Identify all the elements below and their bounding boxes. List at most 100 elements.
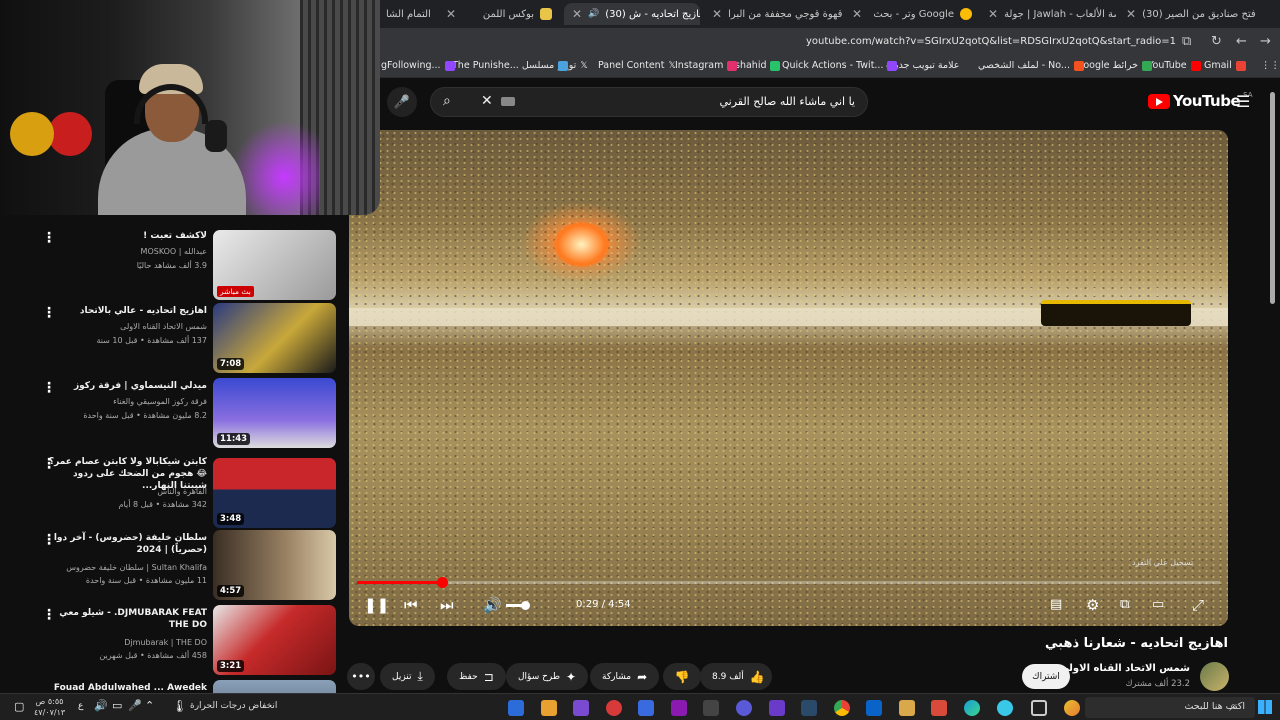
menu-icon[interactable]: ☰ xyxy=(1236,92,1250,111)
taskbar-app-icon[interactable] xyxy=(736,700,752,716)
subtitles-icon[interactable]: ▤ xyxy=(1050,596,1062,614)
more-vert-icon[interactable]: ⋮ xyxy=(42,533,56,547)
forward-icon[interactable]: → xyxy=(1260,34,1271,49)
channel-name[interactable]: فرقة ركوز الموسيقي والغناء xyxy=(113,397,207,406)
browser-tab[interactable]: ✕ (30) فتح صناديق من الصير xyxy=(1118,3,1258,25)
browser-tab[interactable]: ✕ قهوة قوجي مجففة من البرا xyxy=(704,3,844,25)
reload-icon[interactable]: ↻ xyxy=(1211,34,1222,49)
more-actions-button[interactable]: ••• xyxy=(347,663,375,690)
bookmark-item[interactable]: Panel Content 𝕏 xyxy=(598,60,676,71)
taskbar-app-icon[interactable] xyxy=(671,700,687,716)
channel-name[interactable]: شمس الاتحاد القناه الاولى xyxy=(1059,663,1190,674)
video-thumbnail[interactable]: 3:48 xyxy=(213,458,336,528)
progress-bar[interactable] xyxy=(357,577,1220,588)
video-thumbnail[interactable]: 4:57 xyxy=(213,530,336,600)
list-item[interactable]: 7:08 اهازيج اتحاديه - عالي بالاتحاد شمس … xyxy=(0,303,345,375)
list-item[interactable]: 4:57 سلطان خليفة (حضروس) - آخر دوا (حصري… xyxy=(0,530,345,602)
list-item[interactable]: 3:21 DJMUBARAK FEAT. - شيلو معي THE DO D… xyxy=(0,605,345,677)
edge-icon[interactable] xyxy=(964,700,980,716)
search-icon[interactable]: ⌕ xyxy=(443,93,451,109)
chevron-up-icon[interactable]: ⌃ xyxy=(145,699,154,712)
channel-name[interactable]: Sultan Khalifa | سلطان خليفة حضروس xyxy=(66,563,207,572)
bookmark-item[interactable]: Instagram xyxy=(675,60,738,71)
save-button[interactable]: حفظ ⊐ xyxy=(447,663,506,690)
task-view-icon[interactable] xyxy=(1031,700,1047,716)
list-item[interactable]: 11:43 ميدلي النيسماوي | فرقة ركوز فرقة ر… xyxy=(0,378,345,450)
taskbar-app-icon[interactable] xyxy=(931,700,947,716)
microphone-tray-icon[interactable]: 🎤 xyxy=(128,699,142,712)
clear-search-icon[interactable]: ✕ xyxy=(481,93,493,109)
taskbar-app-icon[interactable] xyxy=(573,700,589,716)
taskbar-app-icon[interactable] xyxy=(508,700,524,716)
settings-icon[interactable]: ⚙ xyxy=(1086,596,1099,614)
video-title[interactable]: سلطان خليفة (حضروس) - آخر دوا (حصرياً) |… xyxy=(47,532,207,556)
subscribe-button[interactable]: اشتراك xyxy=(1022,664,1070,689)
more-vert-icon[interactable]: ⋮ xyxy=(42,457,56,471)
bookmark-item[interactable]: Gmail xyxy=(1204,60,1246,71)
bookmark-item[interactable]: Google خرائط xyxy=(1076,60,1152,71)
browser-tab[interactable]: ✕ وتر - بحث Google xyxy=(844,3,980,25)
miniplayer-icon[interactable]: ⧉ xyxy=(1120,596,1129,614)
more-vert-icon[interactable]: ⋮ xyxy=(42,381,56,395)
more-vert-icon[interactable]: ⋮ xyxy=(42,231,56,245)
share-button[interactable]: مشاركة ➦ xyxy=(590,663,660,690)
bookmark-item[interactable]: shahid xyxy=(735,60,781,71)
list-item[interactable]: Fouad Abdulwahed ... Awedek xyxy=(0,680,345,693)
video-title[interactable]: ميدلي النيسماوي | فرقة ركوز xyxy=(47,380,207,392)
keyboard-icon[interactable] xyxy=(501,97,515,106)
fullscreen-icon[interactable]: ⤢ xyxy=(1192,596,1204,614)
system-clock[interactable]: ٥:٥٥ ص ٤٧/٠٧/١٣ xyxy=(34,696,65,718)
more-vert-icon[interactable]: ⋮ xyxy=(42,608,56,622)
dislike-button[interactable]: 👎 xyxy=(663,663,701,690)
close-icon[interactable]: ✕ xyxy=(446,7,456,21)
video-thumbnail[interactable]: 3:21 xyxy=(213,605,336,675)
channel-name[interactable]: القاهرة والناس xyxy=(157,487,207,496)
taskbar-app-icon[interactable] xyxy=(638,700,654,716)
next-button[interactable]: ⏭ xyxy=(440,596,454,614)
browser-tab-active[interactable]: ✕ 🔊 (30) اهازيج اتحاديه - ش xyxy=(564,3,700,25)
browser-tab[interactable]: ✕ بوكس اللمن xyxy=(438,3,560,25)
bookmark-item[interactable]: YouTube xyxy=(1148,60,1201,71)
close-icon[interactable]: ✕ xyxy=(1126,7,1136,21)
bookmark-item[interactable]: The Punishe... مسلسل xyxy=(452,60,569,71)
video-thumbnail[interactable]: 7:08 xyxy=(213,303,336,373)
volume-slider[interactable] xyxy=(506,601,530,610)
channel-name[interactable]: شمس الاتحاد القناه الاولى xyxy=(120,322,207,331)
list-item[interactable]: بث مباشر لاكشف تعبت ! عبدالله | MOSKOO 3… xyxy=(0,228,345,300)
network-icon[interactable]: ▭ xyxy=(112,699,122,712)
scrollbar[interactable] xyxy=(1270,92,1275,304)
video-title[interactable]: لاكشف تعبت ! xyxy=(47,230,207,242)
close-icon[interactable]: ✕ xyxy=(852,7,862,21)
close-icon[interactable]: ✕ xyxy=(712,7,722,21)
video-title[interactable]: اهازيج اتحاديه - عالي بالاتحاد xyxy=(47,305,207,317)
taskbar-app-icon[interactable] xyxy=(703,700,719,716)
bookmark-item[interactable]: لملف الشخصي - No... xyxy=(978,60,1084,71)
pause-button[interactable]: ❚❚ xyxy=(364,596,389,614)
channel-name[interactable]: عبدالله | MOSKOO xyxy=(141,247,207,256)
bookmark-item[interactable]: gFollowing... xyxy=(381,60,455,71)
weather-text[interactable]: انخفاض درجات الحرارة xyxy=(190,701,277,711)
list-item[interactable]: 3:48 كابتن شيكابالا ولا كابتن عصام عمر؟ … xyxy=(0,454,345,528)
browser-tab[interactable]: ✕ جولة | Jawlah - منصة الألعاب xyxy=(980,3,1116,25)
video-frame[interactable] xyxy=(349,130,1228,626)
video-thumbnail[interactable] xyxy=(213,680,336,693)
notifications-icon[interactable]: ▢ xyxy=(14,700,24,713)
url-field[interactable]: youtube.com/watch?v=SGIrxU2qotQ&list=RDS… xyxy=(806,36,1176,47)
video-title[interactable]: Fouad Abdulwahed ... Awedek xyxy=(47,682,207,693)
search-box[interactable]: ⌕ ✕ يا اني ماشاء الله صالح القرني xyxy=(430,87,868,117)
copilot-icon[interactable] xyxy=(1064,700,1080,716)
more-vert-icon[interactable]: ⋮ xyxy=(42,306,56,320)
taskbar-app-icon[interactable] xyxy=(541,700,557,716)
taskbar-app-icon[interactable] xyxy=(769,700,785,716)
taskbar-app-icon[interactable] xyxy=(801,700,817,716)
weather-icon[interactable]: 🌡 xyxy=(172,699,187,713)
volume-knob[interactable] xyxy=(521,601,530,610)
outlook-icon[interactable] xyxy=(866,700,882,716)
video-title[interactable]: DJMUBARAK FEAT. - شيلو معي THE DO xyxy=(47,607,207,631)
windows-start-icon[interactable] xyxy=(1258,700,1272,714)
taskbar-app-icon[interactable] xyxy=(899,700,915,716)
like-button[interactable]: 8.9 ألف 👍 xyxy=(700,663,772,690)
tab-search-icon[interactable]: ⧉ xyxy=(1182,34,1191,49)
apps-icon[interactable]: ⋮⋮ xyxy=(1261,60,1280,71)
download-button[interactable]: تنزيل ⤓ xyxy=(380,663,435,690)
